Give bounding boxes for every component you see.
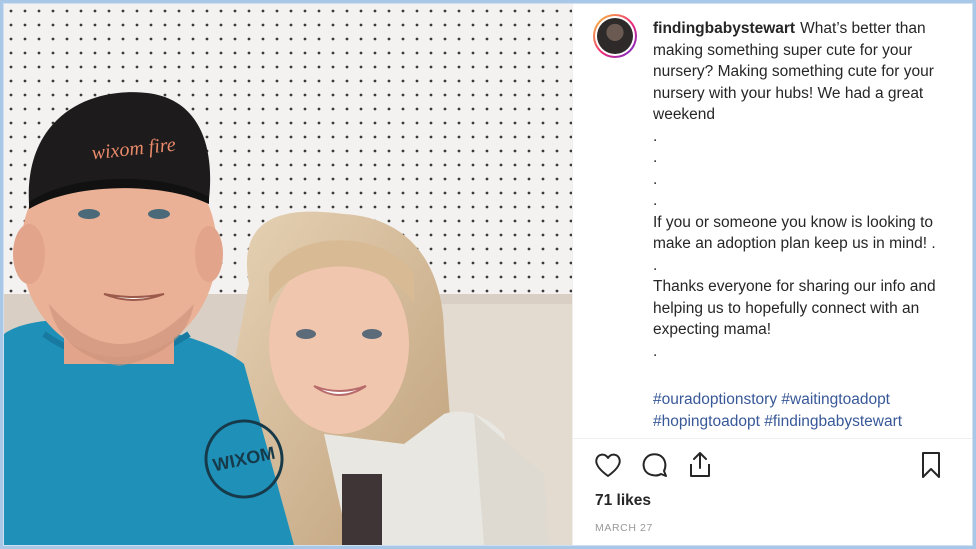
caption-dot: . <box>653 149 658 166</box>
bookmark-icon[interactable] <box>916 450 946 480</box>
heart-icon[interactable] <box>593 450 623 480</box>
caption-first-line: findingbabystewart What’s better than mak… <box>653 18 953 126</box>
caption-text: Thanks everyone for sharing our info and… <box>653 278 936 338</box>
hashtag-link[interactable]: #ouradoptionstory <box>653 391 777 408</box>
username-link[interactable]: findingbabystewart <box>653 20 795 37</box>
caption-dot: . <box>653 127 658 145</box>
post-date[interactable]: MARCH 27 <box>595 522 653 534</box>
hashtag-link[interactable]: #findingbabystewart <box>764 413 902 430</box>
hashtag-list: #ouradoptionstory #waitingtoadopt #hopin… <box>653 389 953 432</box>
caption-text: If you or someone you know is looking to… <box>653 213 936 253</box>
post-photo[interactable]: WIXOM wixom fire <box>4 4 572 545</box>
avatar-image <box>597 18 633 54</box>
post-sidebar: findingbabystewart What’s better than mak… <box>572 4 972 545</box>
comment-icon[interactable] <box>639 450 669 480</box>
divider <box>573 438 972 439</box>
selfie-image: WIXOM wixom fire <box>4 4 572 545</box>
hashtag-link[interactable]: #waitingtoadopt <box>781 391 890 408</box>
caption-dot: . <box>653 170 658 188</box>
profile-avatar[interactable] <box>593 14 637 58</box>
caption-dot: . <box>653 192 658 209</box>
caption-dot: . <box>653 256 658 274</box>
share-icon[interactable] <box>685 450 715 480</box>
caption-dot: . <box>653 342 658 360</box>
likes-count[interactable]: 71 likes <box>595 492 651 510</box>
post-caption: findingbabystewart What’s better than mak… <box>653 18 953 362</box>
post-actions <box>593 450 946 480</box>
post-frame: WIXOM wixom fire findingbabystewart What’… <box>4 4 972 545</box>
hashtag-link[interactable]: #hopingtoadopt <box>653 413 760 430</box>
